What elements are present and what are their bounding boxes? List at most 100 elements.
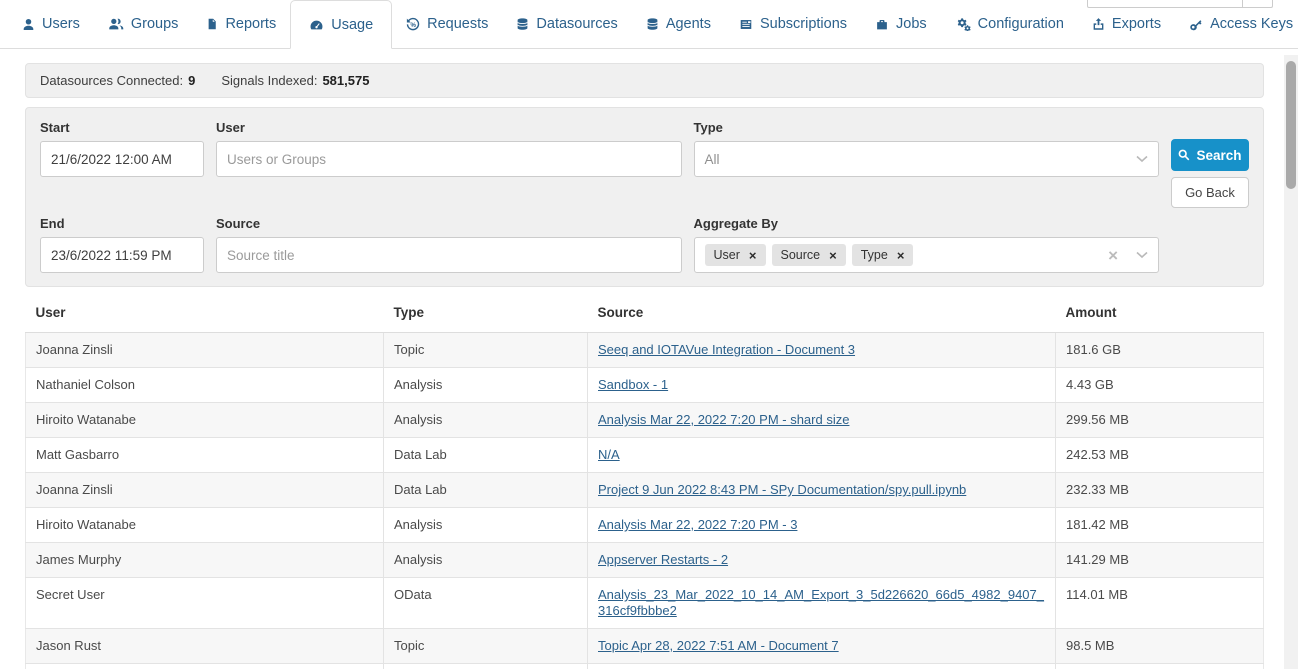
search-icon [1178, 149, 1190, 161]
cell-amount: 98.5 MB [1056, 629, 1264, 664]
svg-text:%: % [411, 22, 417, 29]
cell-user: Secret User [26, 578, 384, 629]
aggregate-tag-user[interactable]: User × [705, 244, 766, 266]
table-header-row: User Type Source Amount [26, 294, 1264, 333]
source-link[interactable]: N/A [598, 447, 620, 462]
tab-label: Datasources [536, 16, 617, 32]
cell-user: Nathaniel Colson [26, 368, 384, 403]
cell-user: Hiroito Watanabe [26, 403, 384, 438]
source-link[interactable]: Analysis_23_Mar_2022_10_14_AM_Export_3_5… [598, 587, 1044, 618]
cell-amount: 141.29 MB [1056, 543, 1264, 578]
key-icon [1189, 18, 1203, 31]
cell-amount: 114.01 MB [1056, 578, 1264, 629]
aggregate-tag-source[interactable]: Source × [772, 244, 846, 266]
cell-user: Joanna Zinsli [26, 333, 384, 368]
usage-table: User Type Source Amount Joanna Zinsli To… [25, 294, 1264, 669]
cell-type: OData [384, 578, 588, 629]
tab-reports[interactable]: Reports [192, 0, 290, 48]
cell-type: Analysis [384, 403, 588, 438]
tab-label: Agents [666, 16, 711, 32]
tab-groups[interactable]: Groups [94, 0, 193, 48]
table-row: Hiroito Watanabe Analysis Analysis Mar 2… [26, 508, 1264, 543]
remove-tag-icon[interactable]: × [897, 249, 905, 262]
type-select[interactable]: All [694, 141, 1160, 177]
cell-type: Topic [384, 629, 588, 664]
stat-label: Datasources Connected: [40, 73, 183, 88]
clear-all-icon[interactable]: × [1108, 247, 1118, 264]
aggregate-by-multiselect[interactable]: User × Source × Type × × [694, 237, 1160, 273]
source-link[interactable]: Analysis Mar 22, 2022 7:20 PM - 3 [598, 517, 797, 532]
table-row: Matt Gasbarro Data Lab N/A 242.53 MB [26, 438, 1264, 473]
stat-value: 581,575 [322, 73, 369, 88]
cell-type: Analysis [384, 508, 588, 543]
tab-label: Jobs [896, 16, 927, 32]
chevron-down-icon [1136, 251, 1148, 259]
user-field: User [216, 120, 682, 208]
database-icon [516, 17, 529, 31]
go-back-button[interactable]: Go Back [1171, 177, 1249, 208]
tab-jobs[interactable]: Jobs [861, 0, 941, 48]
table-row: Hiroito Watanabe Analysis Analysis Mar 2… [26, 403, 1264, 438]
tab-label: Usage [331, 17, 373, 33]
scrollbar-thumb[interactable] [1286, 61, 1296, 189]
stat-datasources-connected: Datasources Connected:9 [40, 73, 195, 88]
search-button[interactable]: Search [1171, 139, 1249, 171]
tab-users[interactable]: Users [8, 0, 94, 48]
usage-filter-panel: Start User Type All Search Go Back [25, 107, 1264, 287]
col-header-user: User [26, 294, 384, 333]
cell-amount: 299.56 MB [1056, 403, 1264, 438]
cell-user: Matt Gasbarro [26, 438, 384, 473]
vertical-scrollbar[interactable] [1284, 55, 1298, 669]
cell-amount: 181.6 GB [1056, 333, 1264, 368]
tab-label: Requests [427, 16, 488, 32]
tab-datasources[interactable]: Datasources [502, 0, 631, 48]
briefcase-icon [875, 18, 889, 31]
cell-type: Analysis [384, 543, 588, 578]
aggregate-tag-type[interactable]: Type × [852, 244, 914, 266]
end-field: End [40, 216, 204, 273]
report-icon [206, 17, 218, 31]
cell-amount: 242.53 MB [1056, 438, 1264, 473]
stat-label: Signals Indexed: [221, 73, 317, 88]
source-link[interactable]: Seeq and IOTAVue Integration - Document … [598, 342, 855, 357]
aggregate-by-field: Aggregate By User × Source × Type × [694, 216, 1160, 273]
table-row: Secret User OData Analysis_23_Mar_2022_1… [26, 578, 1264, 629]
tab-usage[interactable]: Usage [290, 0, 392, 49]
source-title-input[interactable] [216, 237, 682, 273]
col-header-source: Source [588, 294, 1056, 333]
source-link[interactable]: Topic Apr 28, 2022 7:51 AM - Document 7 [598, 638, 839, 653]
col-header-amount: Amount [1056, 294, 1264, 333]
start-label: Start [40, 120, 204, 135]
cell-amount: 4.43 GB [1056, 368, 1264, 403]
filter-buttons: Search Go Back [1171, 139, 1249, 208]
tab-subscriptions[interactable]: Subscriptions [725, 0, 861, 48]
search-button-label: Search [1196, 148, 1241, 163]
remove-tag-icon[interactable]: × [829, 249, 837, 262]
table-row: Joanna Zinsli Topic Seeq and IOTAVue Int… [26, 333, 1264, 368]
stat-signals-indexed: Signals Indexed: 581,575 [221, 73, 369, 88]
user-search-input[interactable] [216, 141, 682, 177]
tab-agents[interactable]: Agents [632, 0, 725, 48]
cell-type: Topic [384, 664, 588, 669]
user-label: User [216, 120, 682, 135]
tab-label: Users [42, 16, 80, 32]
tab-configuration[interactable]: Configuration [941, 0, 1078, 48]
remove-tag-icon[interactable]: × [749, 249, 757, 262]
cell-type: Analysis [384, 368, 588, 403]
table-row: Joanna Zinsli Data Lab Project 9 Jun 202… [26, 473, 1264, 508]
cell-type: Topic [384, 333, 588, 368]
tab-requests[interactable]: % Requests [392, 0, 502, 48]
table-row: Jason Rust Topic Topic Apr 28, 2022 7:51… [26, 664, 1264, 669]
tab-label: Groups [131, 16, 179, 32]
source-link[interactable]: Sandbox - 1 [598, 377, 668, 392]
end-date-input[interactable] [40, 237, 204, 273]
cell-user: Jason Rust [26, 664, 384, 669]
cell-amount: 90.36 MB [1056, 664, 1264, 669]
tab-label: Configuration [978, 16, 1064, 32]
cell-type: Data Lab [384, 473, 588, 508]
source-link[interactable]: Analysis Mar 22, 2022 7:20 PM - shard si… [598, 412, 849, 427]
source-link[interactable]: Project 9 Jun 2022 8:43 PM - SPy Documen… [598, 482, 966, 497]
source-link[interactable]: Appserver Restarts - 2 [598, 552, 728, 567]
end-label: End [40, 216, 204, 231]
start-date-input[interactable] [40, 141, 204, 177]
